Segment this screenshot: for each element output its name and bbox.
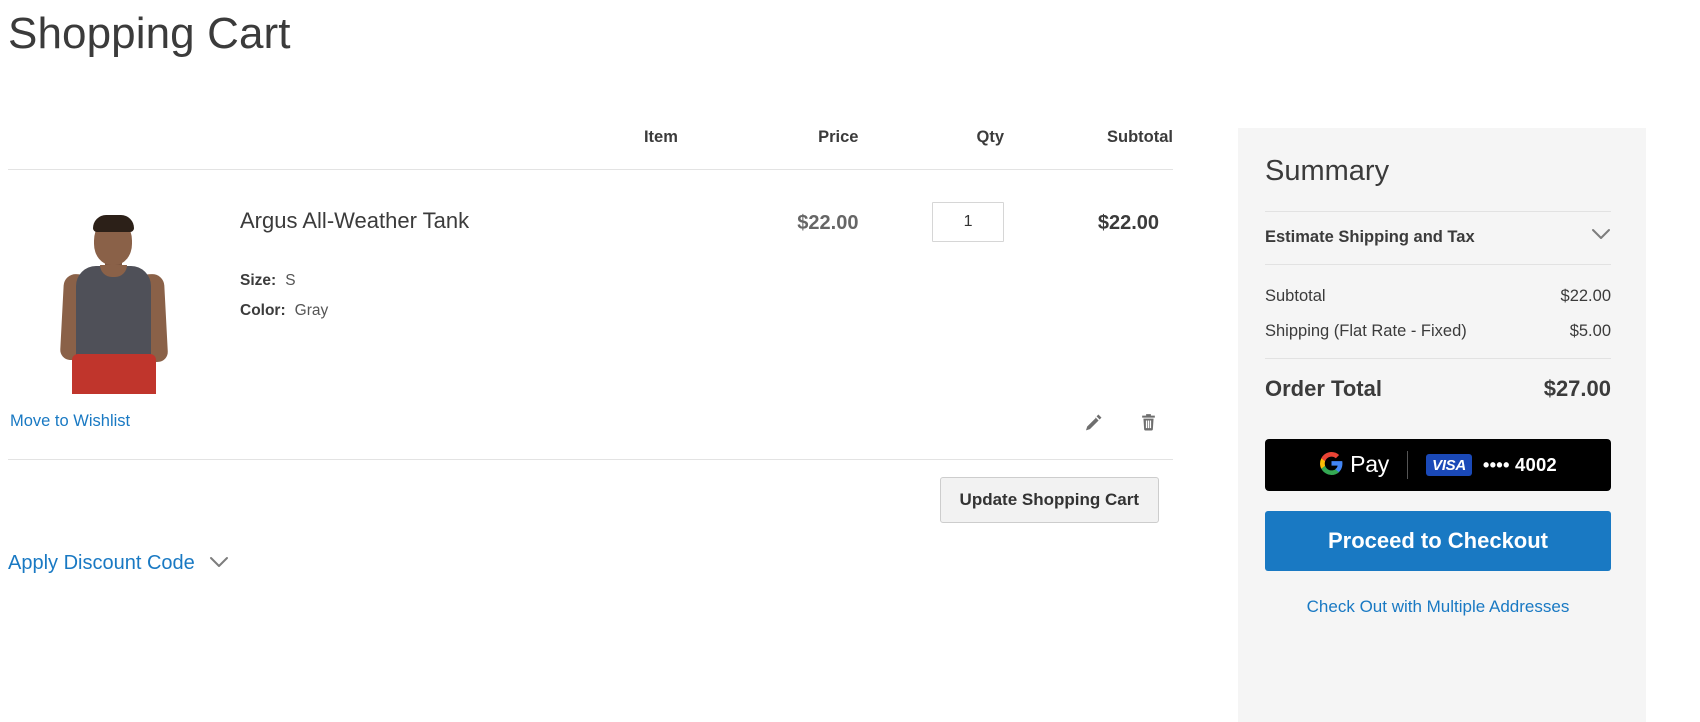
- product-image-hair: [93, 215, 134, 232]
- apply-discount-code-label: Apply Discount Code: [8, 552, 195, 574]
- option-label: Size:: [240, 271, 277, 289]
- chevron-down-icon: [209, 552, 229, 575]
- product-image-tank-top: [76, 266, 151, 359]
- card-mask: •••• 4002: [1482, 453, 1557, 475]
- visa-logo: VISA: [1426, 453, 1472, 476]
- cart-item-price: $22.00: [797, 212, 859, 234]
- summary-row-order-total: Order Total $27.00: [1265, 357, 1611, 402]
- product-options: Size: S Color: Gray: [240, 266, 469, 326]
- option-value: S: [285, 271, 296, 289]
- estimate-shipping-and-tax-toggle[interactable]: Estimate Shipping and Tax: [1265, 210, 1611, 265]
- estimate-shipping-label: Estimate Shipping and Tax: [1265, 227, 1475, 246]
- cart-item-actions-row: Move to Wishlist: [8, 394, 1173, 460]
- column-header-item: Item: [8, 128, 678, 170]
- google-g-icon: [1319, 451, 1344, 479]
- google-pay-brand: Pay: [1319, 451, 1389, 479]
- trash-icon[interactable]: [1137, 410, 1159, 434]
- table-row: Argus All-Weather Tank Size: S Color: Gr…: [8, 170, 1173, 395]
- order-total-amount: $27.00: [1543, 375, 1611, 401]
- summary-label: Shipping (Flat Rate - Fixed): [1265, 321, 1467, 340]
- product-details: Argus All-Weather Tank Size: S Color: Gr…: [203, 194, 469, 326]
- summary-row-shipping: Shipping (Flat Rate - Fixed) $5.00: [1265, 314, 1611, 349]
- cart-column: Item Price Qty Subtotal Argus All-Weathe…: [8, 128, 1173, 575]
- move-to-wishlist-link[interactable]: Move to Wishlist: [10, 412, 130, 431]
- summary-totals: Subtotal $22.00 Shipping (Flat Rate - Fi…: [1265, 265, 1611, 402]
- option-label: Color:: [240, 301, 286, 319]
- order-summary-panel: Summary Estimate Shipping and Tax Subtot…: [1238, 128, 1646, 722]
- cart-item-qty-cell: [858, 170, 1005, 395]
- cart-table-header-row: Item Price Qty Subtotal: [8, 128, 1173, 170]
- column-header-subtotal: Subtotal: [1004, 128, 1173, 170]
- product-option-size: Size: S: [240, 266, 469, 296]
- check-out-multiple-addresses-link[interactable]: Check Out with Multiple Addresses: [1265, 597, 1611, 617]
- cart-item-cell: Argus All-Weather Tank Size: S Color: Gr…: [8, 170, 678, 394]
- summary-title: Summary: [1265, 155, 1390, 187]
- google-pay-button[interactable]: Pay VISA •••• 4002: [1265, 438, 1611, 491]
- summary-row-subtotal: Subtotal $22.00: [1265, 279, 1611, 314]
- page-title: Shopping Cart: [8, 9, 291, 58]
- pencil-icon[interactable]: [1082, 410, 1104, 434]
- product-name-link[interactable]: Argus All-Weather Tank: [240, 208, 469, 233]
- cart-item-subtotal: $22.00: [1097, 212, 1159, 234]
- product-option-color: Color: Gray: [240, 296, 469, 326]
- quantity-input[interactable]: [932, 202, 1005, 242]
- order-total-label: Order Total: [1265, 375, 1382, 401]
- column-header-price: Price: [677, 128, 859, 170]
- summary-amount: $5.00: [1569, 321, 1611, 340]
- chevron-down-icon: [1591, 228, 1611, 246]
- cart-update-row: Update Shopping Cart: [8, 460, 1173, 530]
- product-image[interactable]: [8, 194, 203, 394]
- google-pay-divider: [1407, 450, 1409, 479]
- summary-amount: $22.00: [1560, 286, 1611, 305]
- column-header-qty: Qty: [858, 128, 1005, 170]
- google-pay-label: Pay: [1350, 451, 1390, 478]
- apply-discount-code-toggle[interactable]: Apply Discount Code: [8, 552, 229, 575]
- option-value: Gray: [294, 301, 329, 319]
- cart-table: Item Price Qty Subtotal Argus All-Weathe…: [8, 128, 1173, 394]
- item-icon-actions: [1082, 410, 1159, 434]
- shopping-cart-page: Shopping Cart Item Price Qty Subtotal Ar…: [0, 0, 1700, 722]
- update-shopping-cart-button[interactable]: Update Shopping Cart: [939, 477, 1159, 523]
- discount-section: Apply Discount Code: [8, 552, 1173, 575]
- summary-label: Subtotal: [1265, 286, 1326, 305]
- product-image-shorts: [72, 354, 156, 394]
- proceed-to-checkout-button[interactable]: Proceed to Checkout: [1265, 510, 1611, 571]
